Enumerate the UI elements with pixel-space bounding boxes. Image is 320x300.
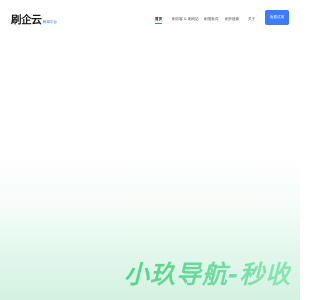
hero-title: 小玖导航-秒收 [124, 260, 292, 289]
nav-active-indicator [155, 23, 162, 24]
main-nav: 首页 刷访客 & 刷网站 刷搜索词 刷外链新 关于 [0, 15, 300, 24]
free-trial-button[interactable]: 免费试用 [265, 10, 289, 25]
nav-item-about[interactable]: 关于 [248, 15, 255, 23]
site-header: 刷企云 刷单平台 首页 刷访客 & 刷网站 刷搜索词 刷外链新 关于 免费试用 [0, 0, 300, 36]
nav-item-visitors-websites[interactable]: 刷访客 & 刷网站 [172, 15, 199, 23]
nav-item-home[interactable]: 首页 [155, 15, 162, 23]
page: 刷企云 刷单平台 首页 刷访客 & 刷网站 刷搜索词 刷外链新 关于 免费试用 … [0, 0, 300, 300]
nav-item-search-terms[interactable]: 刷搜索词 [204, 15, 218, 23]
nav-item-external-links[interactable]: 刷外链新 [225, 15, 239, 23]
